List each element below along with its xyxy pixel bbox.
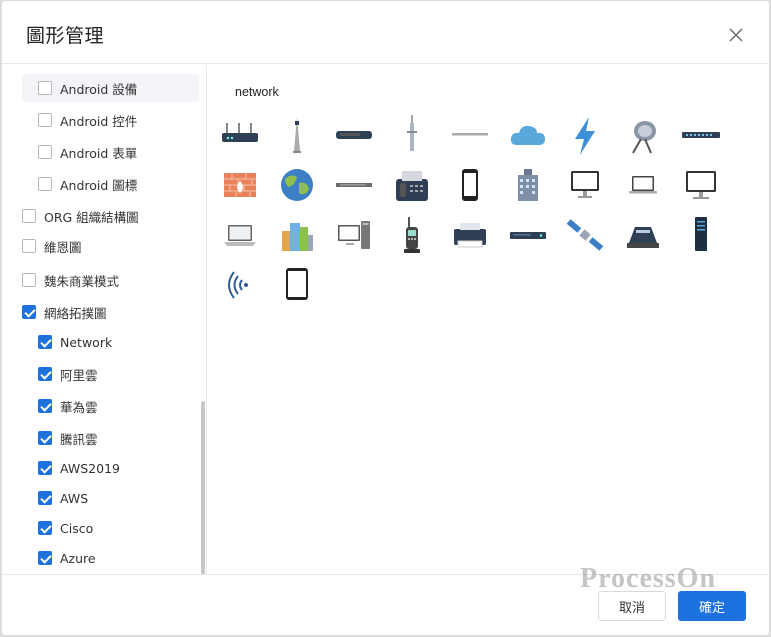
checkbox[interactable] [22,273,36,287]
tree-item[interactable]: 魏朱商業模式 [6,266,199,294]
tree-item-label: Android 控件 [60,113,138,129]
tablet-icon[interactable] [273,263,321,305]
workstation-icon[interactable] [330,213,378,255]
tree-item-label: 阿里雲 [60,367,98,383]
fax-icon[interactable] [388,163,436,205]
smartphone-icon[interactable] [446,163,494,205]
tree-item-label: 騰訊雲 [60,431,98,447]
tree-item[interactable]: Android 表單 [22,138,199,166]
tree-item-label: Cisco [60,520,94,536]
desktop-icon[interactable] [677,163,725,205]
shape-library-panel: network [208,65,769,574]
tree-item[interactable]: 阿里雲 [22,360,199,388]
tree-item[interactable]: AWS2019 [22,454,199,482]
tree-item[interactable]: Android 圖標 [22,170,199,198]
tree-item[interactable]: ORG 組織結構圖 [6,202,199,230]
checkbox[interactable] [38,177,52,191]
checkbox[interactable] [38,521,52,535]
tree-item-label: 魏朱商業模式 [44,273,120,289]
tree-item-label: Azure [60,550,96,566]
checkbox[interactable] [38,113,52,127]
dialog-title: 圖形管理 [26,25,105,47]
tree-item-label: Android 設備 [60,81,138,97]
lightning-icon[interactable] [561,113,609,155]
tree-item-label: Network [60,334,113,350]
tree-item[interactable]: Cisco [22,514,199,542]
antenna-tower-icon[interactable] [273,113,321,155]
checkbox[interactable] [38,491,52,505]
tree-item-label: AWS [60,490,89,506]
tree-item-label: 華為雲 [60,399,98,415]
tree-item-label: Android 表單 [60,145,138,161]
scanner-icon[interactable] [619,213,667,255]
shape-manager-dialog: 圖形管理 Android 設備 Android 控件 Android 表單 Andro… [2,1,769,635]
confirm-button[interactable]: 確定 [678,591,746,621]
tree-item[interactable]: Android 設備 [22,74,199,102]
laptop-icon[interactable] [619,163,667,205]
tree-item-label: ORG 組織結構圖 [44,209,139,225]
modem-icon[interactable] [330,113,378,155]
firewall-icon[interactable] [216,163,264,205]
tree-item[interactable]: 網絡拓撲圖 [6,298,199,326]
checkbox[interactable] [38,431,52,445]
radio-tower-icon[interactable] [388,113,436,155]
cordless-phone-icon[interactable] [388,213,436,255]
globe-icon[interactable] [273,163,321,205]
rack-server-icon[interactable] [504,213,552,255]
city-icon[interactable] [273,213,321,255]
dialog-header: 圖形管理 [2,1,769,64]
checkbox[interactable] [22,305,36,319]
hub-icon[interactable] [330,163,378,205]
monitor-icon[interactable] [561,163,609,205]
satellite-icon[interactable] [561,213,609,255]
tree-item[interactable]: 維恩圖 [6,232,199,260]
router-icon[interactable] [216,113,264,155]
tree-item-label: 維恩圖 [44,239,82,255]
office-building-icon[interactable] [504,163,552,205]
checkbox[interactable] [38,461,52,475]
tree-item-label: 網絡拓撲圖 [44,305,107,321]
cloud-icon[interactable] [504,113,552,155]
cancel-button[interactable]: 取消 [598,591,666,621]
dialog-footer: ProcessOn 取消 確定 [2,563,769,635]
checkbox[interactable] [38,551,52,565]
tree-item[interactable]: 華為雲 [22,392,199,420]
shape-category-tree: Android 設備 Android 控件 Android 表單 Android 圖標… [2,65,207,574]
close-icon[interactable] [724,23,748,47]
checkbox[interactable] [38,367,52,381]
wireless-signal-icon[interactable] [216,263,264,305]
tree-item[interactable]: AWS [22,484,199,512]
printer-icon[interactable] [446,213,494,255]
tree-item[interactable]: Azure [22,544,199,572]
checkbox[interactable] [22,209,36,223]
checkbox[interactable] [38,145,52,159]
tree-item[interactable]: Android 控件 [22,106,199,134]
cable-icon[interactable] [446,113,494,155]
sidebar-scrollbar[interactable] [201,401,205,574]
tree-item-label: Android 圖標 [60,177,138,193]
checkbox[interactable] [38,335,52,349]
tree-item[interactable]: Network [22,328,199,356]
server-tower-icon[interactable] [677,213,725,255]
satellite-dish-icon[interactable] [619,113,667,155]
notebook-icon[interactable] [216,213,264,255]
checkbox[interactable] [38,81,52,95]
checkbox[interactable] [22,239,36,253]
category-title: network [235,85,279,99]
switch-icon[interactable] [677,113,725,155]
tree-item[interactable]: 騰訊雲 [22,424,199,452]
checkbox[interactable] [38,399,52,413]
tree-item-label: AWS2019 [60,460,120,476]
